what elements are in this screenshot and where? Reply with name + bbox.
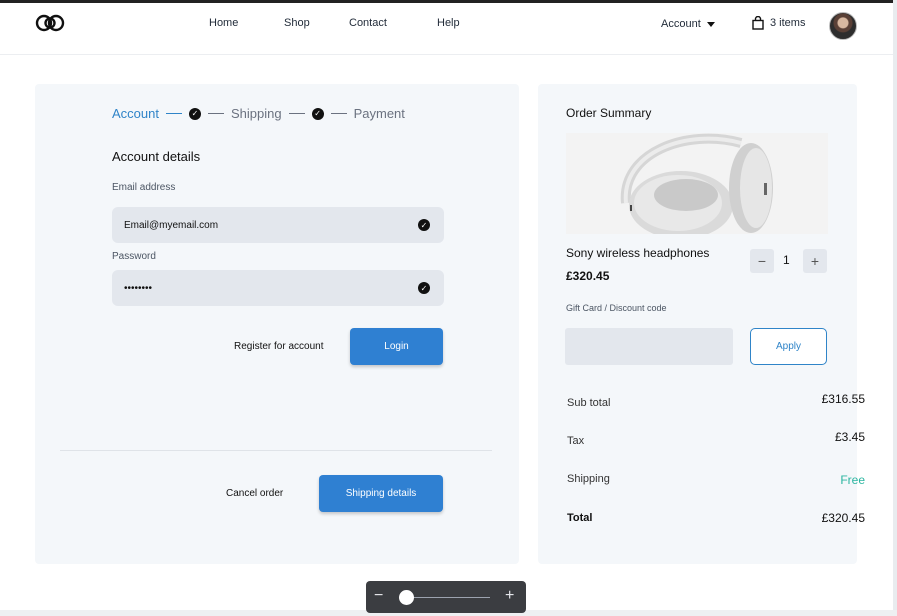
shipping-details-button-label: Shipping details: [345, 488, 417, 499]
cancel-order-link[interactable]: Cancel order: [226, 488, 283, 499]
headphones-image: [566, 133, 828, 234]
total-value: £320.45: [821, 511, 865, 525]
check-icon: ✓: [418, 282, 430, 294]
login-button-label: Login: [384, 341, 409, 352]
scrollbar-track[interactable]: [893, 0, 897, 616]
subtotal-label: Sub total: [567, 397, 611, 409]
decrease-quantity-button[interactable]: −: [750, 249, 774, 273]
register-link[interactable]: Register for account: [234, 341, 324, 352]
subtotal-value: £316.55: [821, 392, 865, 406]
divider: [60, 450, 492, 451]
quantity-value: 1: [783, 253, 790, 267]
password-field[interactable]: •••••••• ✓: [112, 270, 444, 306]
step-shipping[interactable]: Shipping: [231, 106, 282, 121]
account-dropdown[interactable]: Account: [661, 18, 715, 30]
shipping-details-button[interactable]: Shipping details: [319, 475, 443, 512]
zoom-control: − +: [366, 581, 526, 613]
email-label: Email address: [112, 182, 176, 193]
zoom-in-icon[interactable]: +: [505, 587, 514, 605]
step-payment[interactable]: Payment: [354, 106, 405, 121]
step-connector: [207, 113, 224, 114]
apply-button-label: Apply: [775, 341, 801, 352]
cart-button[interactable]: 3 items: [752, 16, 805, 30]
zoom-slider-track[interactable]: [402, 597, 490, 598]
step-account[interactable]: Account: [112, 106, 159, 121]
password-value: ••••••••: [124, 282, 153, 294]
step-connector: [330, 113, 347, 114]
email-field[interactable]: Email@myemail.com ✓: [112, 207, 444, 243]
product-price: £320.45: [566, 269, 610, 283]
zoom-out-icon[interactable]: −: [374, 587, 383, 605]
product-image: [566, 133, 828, 234]
tax-value: £3.45: [834, 430, 865, 444]
password-label: Password: [112, 251, 156, 262]
minus-icon: −: [757, 253, 767, 269]
brand-logo-icon[interactable]: [34, 12, 66, 34]
plus-icon: +: [810, 253, 820, 269]
email-value: Email@myemail.com: [124, 219, 219, 231]
shopping-bag-icon: [752, 16, 764, 30]
login-button[interactable]: Login: [350, 328, 443, 365]
account-dropdown-label: Account: [661, 18, 701, 30]
apply-button[interactable]: Apply: [750, 328, 827, 365]
order-summary-heading: Order Summary: [566, 106, 652, 120]
user-avatar[interactable]: [829, 12, 857, 40]
account-details-heading: Account details: [112, 149, 201, 164]
check-icon: ✓: [188, 107, 201, 120]
total-label: Total: [567, 512, 593, 524]
nav-home-link[interactable]: Home: [209, 17, 238, 29]
tax-label: Tax: [567, 435, 585, 447]
gift-card-input[interactable]: [565, 328, 733, 365]
increase-quantity-button[interactable]: +: [803, 249, 827, 273]
zoom-slider-handle[interactable]: [399, 590, 415, 605]
shipping-label: Shipping: [567, 473, 610, 485]
gift-card-label: Gift Card / Discount code: [566, 303, 667, 313]
product-name: Sony wireless headphones: [566, 246, 710, 260]
checkout-stepper: Account ✓ Shipping ✓ Payment: [112, 106, 405, 121]
step-connector: [165, 113, 182, 114]
shipping-value: Free: [840, 473, 865, 487]
nav-help-link[interactable]: Help: [437, 17, 460, 29]
top-navbar: Home Shop Contact Help Account 3 items: [0, 3, 893, 55]
cart-count: 3 items: [770, 17, 806, 29]
check-icon: ✓: [311, 107, 324, 120]
nav-contact-link[interactable]: Contact: [349, 17, 387, 29]
caret-down-icon: [706, 21, 715, 27]
step-connector: [288, 113, 305, 114]
check-icon: ✓: [418, 219, 430, 231]
nav-shop-link[interactable]: Shop: [284, 17, 310, 29]
